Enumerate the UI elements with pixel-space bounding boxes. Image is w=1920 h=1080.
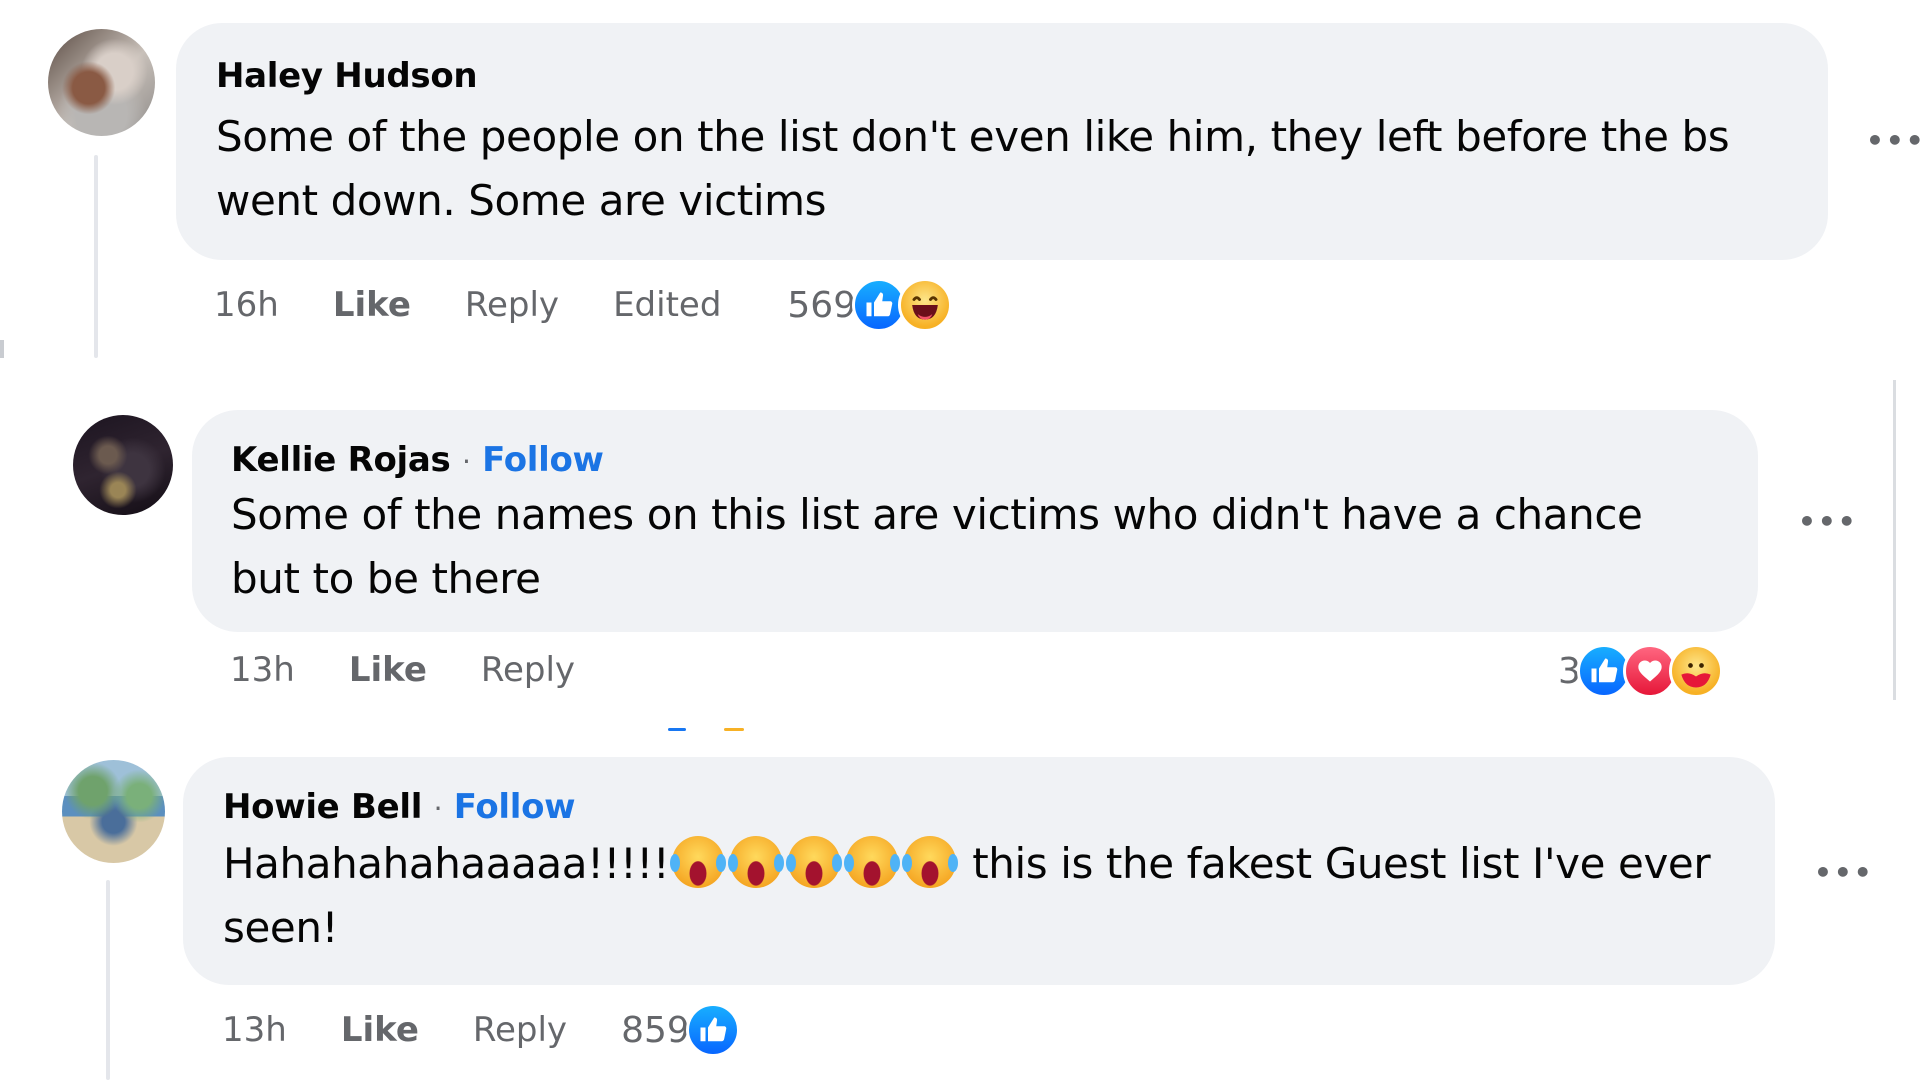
thread-line xyxy=(94,155,98,358)
reply-button[interactable]: Reply xyxy=(473,1010,567,1050)
hidden-reaction-fragment xyxy=(668,728,686,731)
tears-of-joy-emoji-icon xyxy=(670,836,727,888)
comment-text: Some of the people on the list don't eve… xyxy=(216,112,1730,225)
reply-button[interactable]: Reply xyxy=(465,285,559,325)
emoji-group xyxy=(669,836,959,888)
comment-text-start: Hahahahahaaaaa!!!!! xyxy=(223,839,670,888)
avatar[interactable] xyxy=(48,29,155,136)
reactions-summary[interactable]: 3 xyxy=(1558,644,1723,698)
comment-author-line: Howie Bell · Follow xyxy=(223,787,576,827)
reply-button[interactable]: Reply xyxy=(481,650,575,690)
comment-author-line: Kellie Rojas · Follow xyxy=(231,440,604,480)
comment-actions: 13h Like Reply xyxy=(230,650,629,690)
left-edge-line xyxy=(0,340,4,358)
edited-label[interactable]: Edited xyxy=(613,285,721,325)
reaction-count: 859 xyxy=(621,1009,690,1051)
separator-dot: · xyxy=(462,445,471,478)
more-options-icon[interactable]: ••• xyxy=(1798,505,1858,538)
hidden-reaction-fragment xyxy=(724,728,744,731)
comment-author[interactable]: Kellie Rojas xyxy=(231,440,451,480)
comment-author[interactable]: Howie Bell xyxy=(223,787,422,827)
comment-time[interactable]: 13h xyxy=(230,650,295,690)
like-button[interactable]: Like xyxy=(341,1010,419,1050)
tears-of-joy-emoji-icon xyxy=(786,836,843,888)
more-options-icon[interactable]: ••• xyxy=(1814,856,1874,889)
tears-of-joy-emoji-icon xyxy=(728,836,785,888)
comment-author[interactable]: Haley Hudson xyxy=(216,56,478,96)
comment-time[interactable]: 13h xyxy=(222,1010,287,1050)
more-options-icon[interactable]: ••• xyxy=(1866,124,1920,157)
reactions-summary[interactable]: 859 xyxy=(621,1003,740,1057)
tears-of-joy-emoji-icon xyxy=(902,836,959,888)
scrollbar-track[interactable] xyxy=(1893,380,1896,700)
comment-time[interactable]: 16h xyxy=(214,285,279,325)
avatar[interactable] xyxy=(62,760,165,863)
like-icon xyxy=(685,1003,740,1057)
haha-icon xyxy=(898,278,953,332)
comment-text: Some of the names on this list are victi… xyxy=(231,490,1643,603)
reaction-count: 569 xyxy=(787,284,857,326)
comment-actions: 16h Like Reply Edited 569 xyxy=(214,278,953,332)
comment-text: Hahahahahaaaaa!!!!! this is the fakest G… xyxy=(223,832,1723,960)
comment-actions: 13h Like Reply 859 xyxy=(222,1003,740,1057)
like-button[interactable]: Like xyxy=(333,285,411,325)
like-button[interactable]: Like xyxy=(349,650,427,690)
follow-button[interactable]: Follow xyxy=(454,787,576,827)
avatar[interactable] xyxy=(73,415,173,515)
thread-line xyxy=(106,880,110,1080)
follow-button[interactable]: Follow xyxy=(482,440,604,480)
separator-dot: · xyxy=(433,792,443,825)
reactions-summary[interactable]: 569 xyxy=(787,278,953,332)
care-icon xyxy=(1668,644,1723,698)
tears-of-joy-emoji-icon xyxy=(844,836,901,888)
